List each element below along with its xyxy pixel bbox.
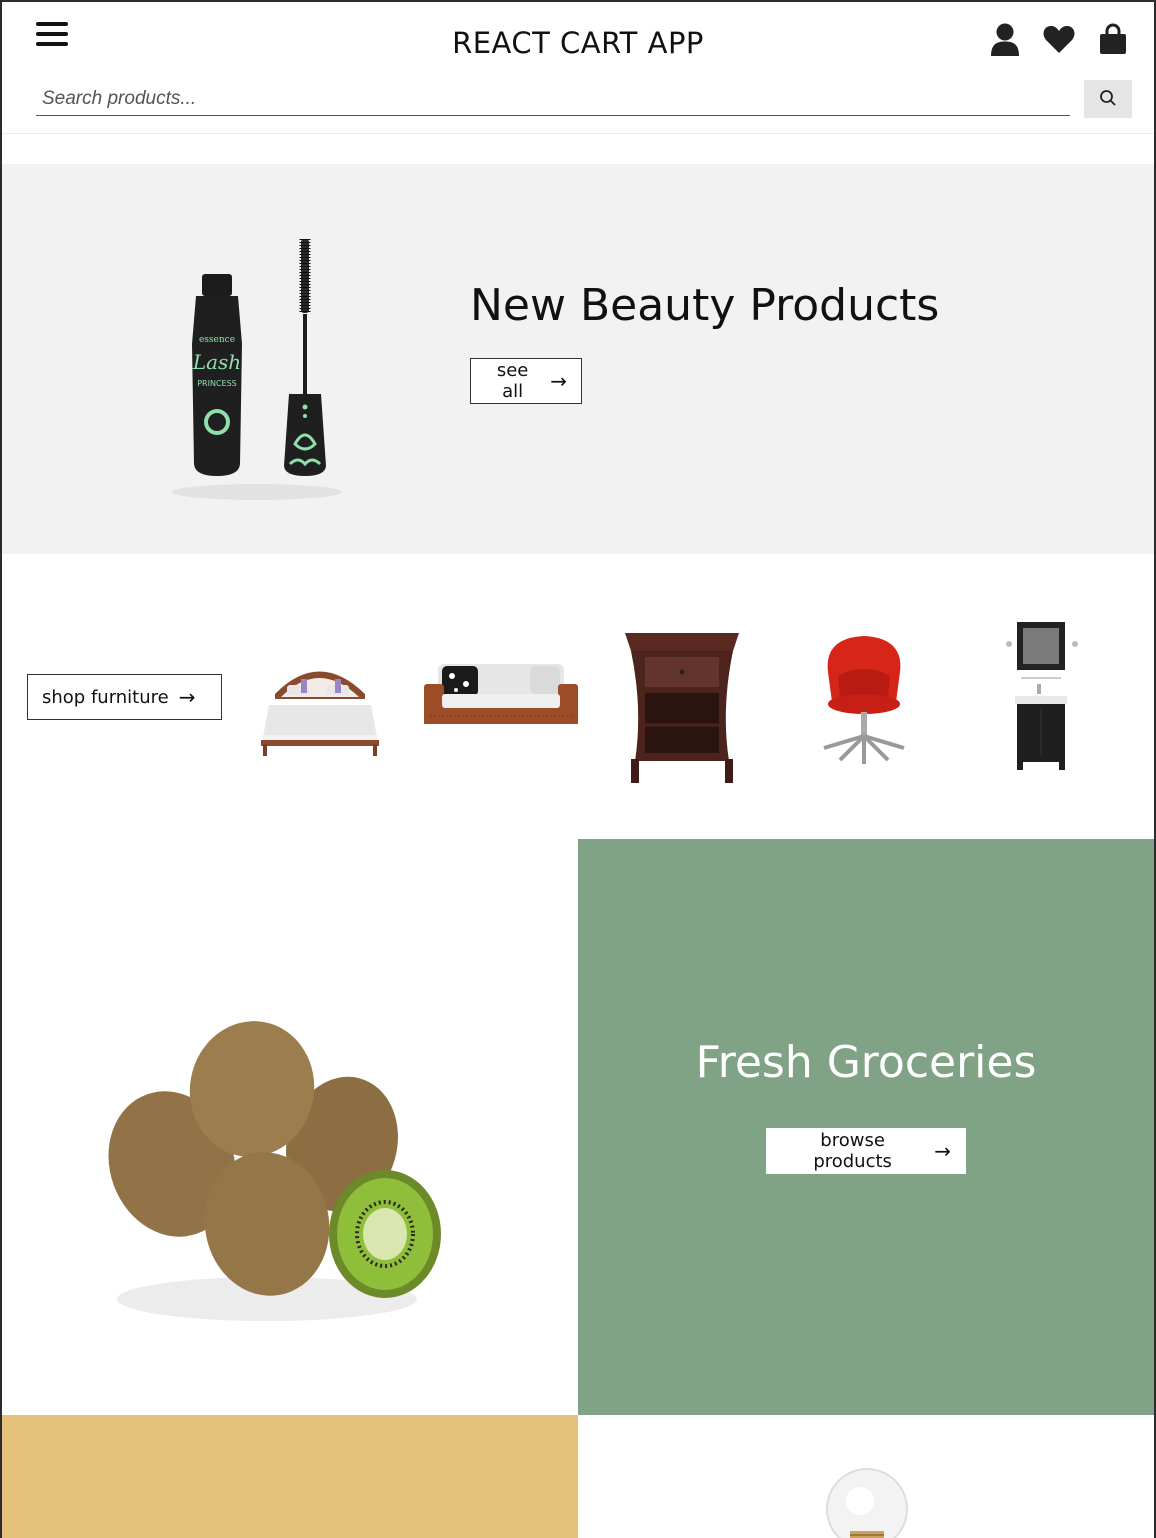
page-frame: REACT CART APP essence Lash PRINCESS	[0, 0, 1156, 1538]
shop-furniture-button[interactable]: shop furniture →	[27, 674, 222, 720]
arrow-right-icon: →	[934, 1139, 951, 1163]
groceries-promo-panel: Fresh Groceries browse products →	[578, 839, 1154, 1415]
furniture-section: shop furniture →	[2, 554, 1154, 839]
site-header: REACT CART APP	[2, 2, 1154, 134]
shopping-bag-icon[interactable]	[1096, 22, 1130, 58]
arrow-right-icon: →	[178, 685, 196, 709]
beauty-hero-banner: essence Lash PRINCESS New Beauty Product…	[2, 164, 1154, 554]
red-office-chair-image	[823, 636, 905, 764]
nightstand-image	[625, 633, 739, 783]
sofa-image	[424, 664, 578, 724]
svg-text:PRINCESS: PRINCESS	[197, 379, 237, 388]
bed-image	[261, 671, 379, 756]
svg-text:essence: essence	[199, 335, 235, 345]
user-icon[interactable]	[988, 22, 1022, 58]
see-all-button[interactable]: see all →	[470, 358, 582, 404]
lighting-image-panel	[578, 1415, 1154, 1538]
groceries-title: Fresh Groceries	[695, 1037, 1037, 1088]
search-input[interactable]	[36, 82, 1070, 116]
light-bulb-image	[826, 1468, 908, 1538]
shop-furniture-label: shop furniture	[42, 686, 169, 708]
browse-products-label: browse products	[813, 1130, 892, 1172]
search-icon	[1100, 89, 1116, 106]
arrow-right-icon: →	[550, 369, 567, 393]
see-all-label: see all	[496, 360, 529, 402]
promo-panel-yellow	[2, 1415, 578, 1538]
bathroom-vanity-mirror-image	[1006, 622, 1078, 770]
svg-text:Lash: Lash	[192, 350, 241, 374]
search-button[interactable]	[1084, 80, 1132, 118]
app-title: REACT CART APP	[452, 26, 704, 60]
browse-products-button[interactable]: browse products →	[766, 1128, 966, 1174]
beauty-hero-title: New Beauty Products	[470, 280, 940, 331]
groceries-image-panel	[2, 839, 578, 1415]
heart-icon[interactable]	[1042, 22, 1076, 58]
mascara-product-image: essence Lash PRINCESS	[172, 239, 342, 500]
kiwi-fruit-image	[108, 1021, 441, 1321]
